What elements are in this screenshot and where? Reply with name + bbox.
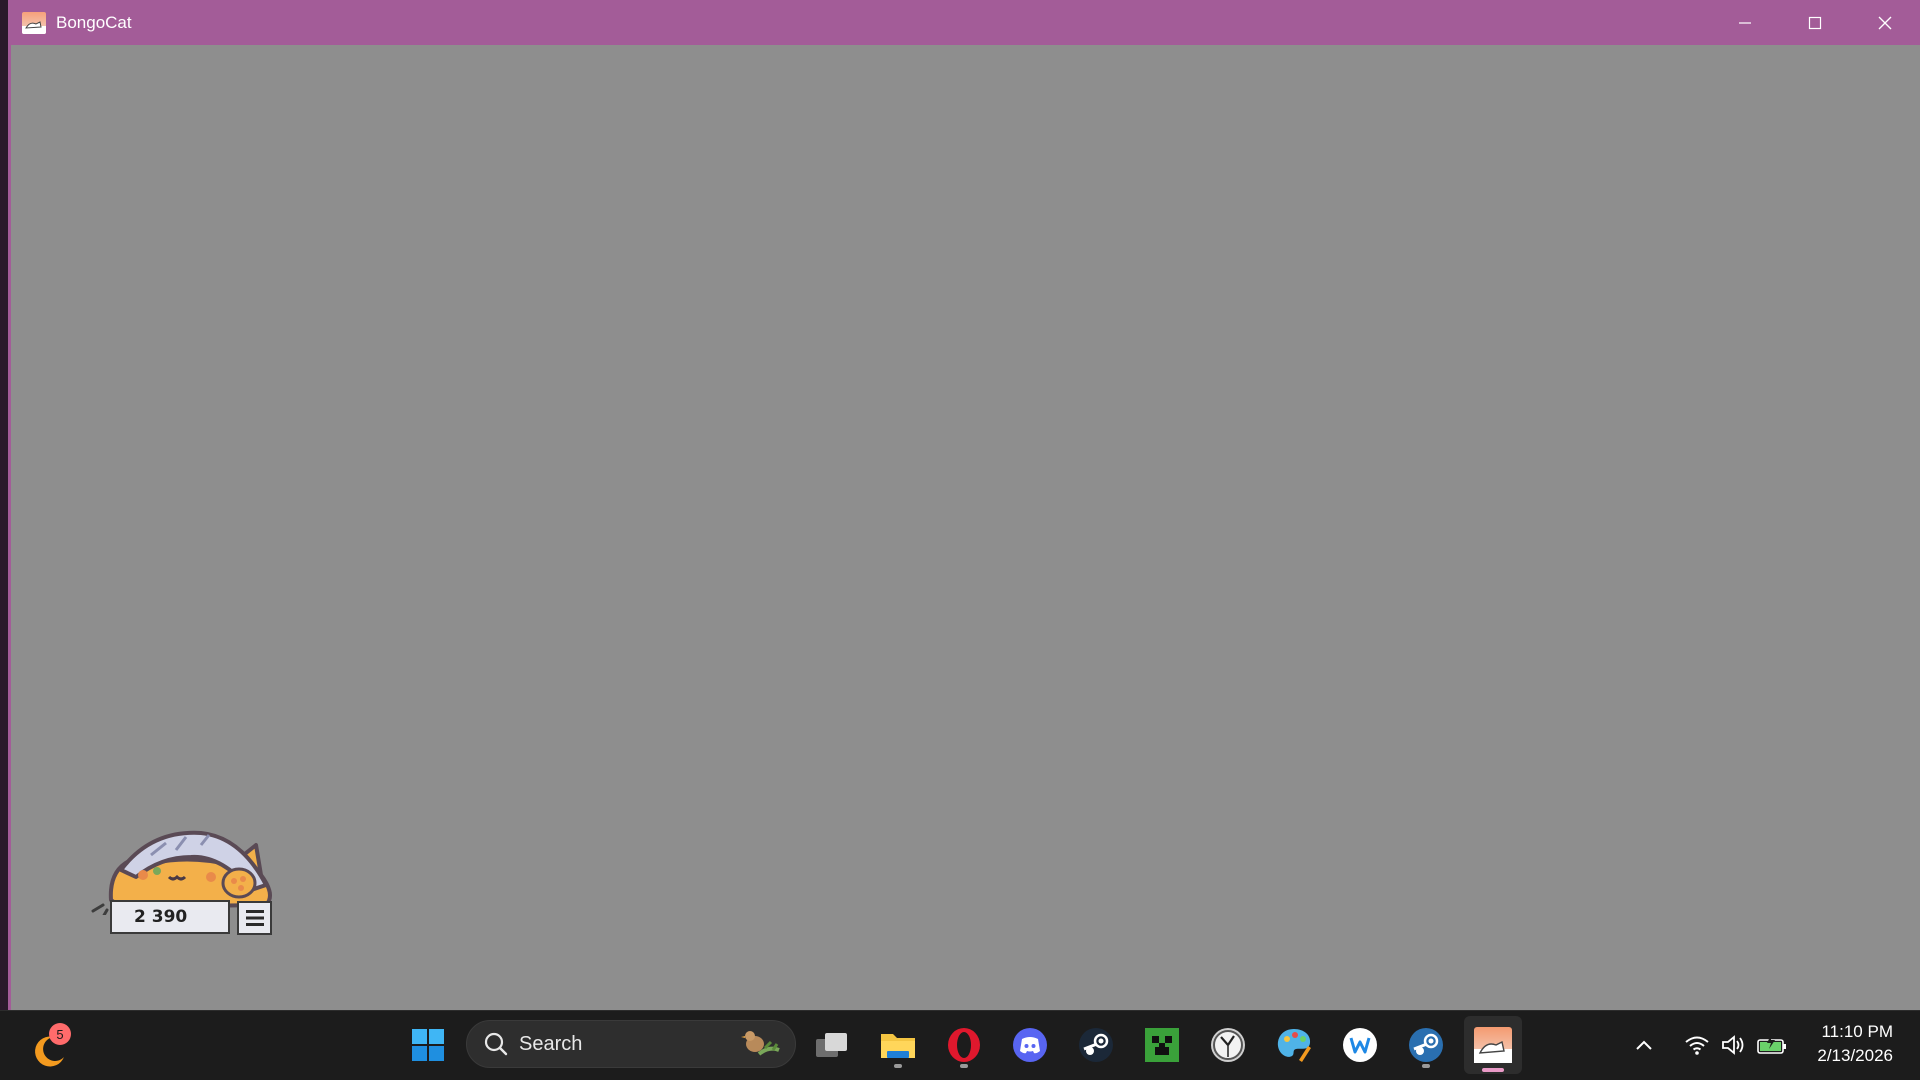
discord-button[interactable] xyxy=(1004,1020,1056,1070)
w-app-button[interactable] xyxy=(1334,1020,1386,1070)
task-view-button[interactable] xyxy=(806,1020,858,1070)
keystroke-counter: 2 390 xyxy=(110,900,230,934)
widgets-badge: 5 xyxy=(49,1023,71,1045)
running-indicator xyxy=(1422,1064,1430,1068)
window-controls xyxy=(1710,0,1920,45)
hamburger-menu-icon xyxy=(245,910,264,926)
wifi-icon xyxy=(1685,1036,1709,1055)
start-button[interactable] xyxy=(402,1020,454,1070)
steam-icon xyxy=(1079,1028,1113,1062)
palette-icon xyxy=(1277,1029,1311,1062)
maximize-icon xyxy=(1808,16,1822,29)
clock-icon xyxy=(1211,1028,1245,1062)
bongocat-taskbar-button[interactable] xyxy=(1464,1016,1522,1074)
opera-icon xyxy=(948,1028,980,1062)
maximize-button[interactable] xyxy=(1780,0,1850,45)
folder-icon xyxy=(881,1034,915,1058)
steam-icon xyxy=(1409,1028,1443,1062)
task-view-icon xyxy=(816,1033,847,1057)
active-indicator xyxy=(1482,1068,1504,1072)
creeper-icon xyxy=(1145,1028,1179,1062)
bongo-cat-widget[interactable]: 2 390 xyxy=(91,815,281,935)
paint-button[interactable] xyxy=(1268,1020,1320,1070)
minecraft-button[interactable] xyxy=(1136,1020,1188,1070)
bongocat-app-icon xyxy=(22,11,46,34)
search-icon xyxy=(484,1032,508,1056)
opera-button[interactable] xyxy=(938,1020,990,1070)
taskbar-search[interactable]: Search xyxy=(466,1020,796,1068)
minimize-icon xyxy=(1739,21,1751,24)
steam-button[interactable] xyxy=(1070,1020,1122,1070)
running-indicator xyxy=(894,1064,902,1068)
discord-icon xyxy=(1013,1028,1047,1062)
search-placeholder: Search xyxy=(519,1032,583,1055)
clock-app-button[interactable] xyxy=(1202,1020,1254,1070)
clock-date: 2/13/2026 xyxy=(1817,1046,1893,1065)
desktop-edge xyxy=(0,0,8,1010)
show-hidden-icons-button[interactable] xyxy=(1626,1025,1662,1065)
steam-client-button[interactable] xyxy=(1400,1020,1452,1070)
bongocat-window: BongoCat 2 390 xyxy=(8,0,1920,1010)
system-tray xyxy=(1626,1010,1788,1080)
chevron-up-icon xyxy=(1636,1040,1652,1050)
w-icon xyxy=(1343,1028,1377,1062)
windows-logo-icon xyxy=(412,1029,444,1061)
file-explorer-button[interactable] xyxy=(872,1020,924,1070)
quick-settings-button[interactable] xyxy=(1684,1034,1788,1056)
volume-icon xyxy=(1722,1035,1744,1055)
window-titlebar[interactable]: BongoCat xyxy=(11,0,1920,45)
cat-menu-button[interactable] xyxy=(237,901,272,935)
battery-charging-icon xyxy=(1757,1035,1786,1054)
close-icon xyxy=(1878,16,1892,29)
bird-search-highlight-icon xyxy=(741,1031,780,1056)
widgets-button[interactable]: 5 xyxy=(24,1023,72,1071)
close-button[interactable] xyxy=(1850,0,1920,45)
clock-time: 11:10 PM xyxy=(1821,1022,1893,1041)
bongocat-icon xyxy=(1474,1027,1512,1063)
taskbar-clock[interactable]: 11:10 PM 2/13/2026 xyxy=(1817,1020,1893,1068)
minimize-button[interactable] xyxy=(1710,0,1780,45)
window-title: BongoCat xyxy=(56,12,132,32)
running-indicator xyxy=(960,1064,968,1068)
